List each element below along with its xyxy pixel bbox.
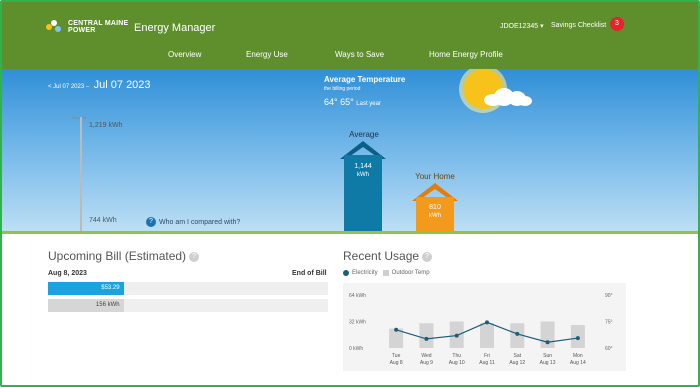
bill-usage-fill: 156 kWh (48, 299, 124, 312)
electricity-legend-icon (343, 270, 349, 276)
y-left-tick-label: 32 kWh (349, 320, 366, 326)
logo-text: CENTRAL MAINE POWER (68, 20, 129, 34)
y-left-tick-label: 0 kWh (349, 346, 363, 352)
temp-last-year: 65° (340, 97, 354, 107)
electricity-point[interactable] (515, 331, 520, 336)
average-unit: kWh (357, 172, 369, 178)
x-tick-day-label: Sat (514, 353, 522, 359)
recent-usage-chart-svg: 64 kWh32 kWh0 kWh90°75°60°TueAug 8WedAug… (349, 293, 613, 366)
logo-mark-icon (46, 20, 64, 34)
checklist-count-badge: 3 (610, 17, 624, 31)
legend-electricity: Electricity (352, 270, 378, 276)
help-icon[interactable]: ? (422, 251, 433, 262)
cloud-icon (484, 86, 532, 106)
usage-legend: Electricity Outdoor Temp (343, 270, 430, 276)
your-home-house[interactable]: 810 kWh (412, 183, 458, 233)
outdoor-temp-bar[interactable] (480, 323, 494, 348)
upcoming-bill-title-text: Upcoming Bill (Estimated) (48, 249, 187, 263)
question-icon: ? (146, 217, 156, 227)
current-period: Jul 07 2023 (93, 79, 151, 91)
app-window: CENTRAL MAINE POWER Energy Manager JDOE1… (0, 0, 700, 387)
y-right-tick-label: 75° (605, 320, 613, 326)
bill-date: Aug 8, 2023 (48, 270, 87, 277)
y-right-tick-label: 90° (605, 293, 613, 299)
electricity-point[interactable] (394, 327, 399, 332)
main-nav: Overview Energy Use Ways to Save Home En… (2, 50, 698, 64)
user-menu[interactable]: JDOE12345 ▾ (500, 22, 544, 30)
header-bar: CENTRAL MAINE POWER Energy Manager JDOE1… (2, 2, 698, 69)
y-right-tick-label: 60° (605, 346, 613, 352)
average-value: 1,144 (354, 163, 372, 170)
bill-usage-bar: 156 kWh (48, 299, 328, 312)
x-tick-date-label: Aug 9 (420, 360, 433, 366)
electricity-point[interactable] (454, 333, 459, 338)
x-tick-date-label: Aug 11 (479, 360, 495, 366)
outdoor-temp-legend-icon (382, 270, 389, 276)
recent-usage-chart[interactable]: 64 kWh 32 kWh 0 kWh 90° 75° 60° Tue Aug 8 Wed Aug… (343, 283, 626, 371)
electricity-point[interactable] (424, 336, 429, 341)
home-value: 810 (429, 204, 441, 211)
electricity-point[interactable] (575, 336, 580, 341)
app-title: Energy Manager (134, 22, 216, 34)
usage-scale-line (80, 117, 82, 232)
x-tick-day-label: Sun (543, 353, 552, 359)
comparison-hero: < Jul 07 2023 – Jul 07 2023 Average Temp… (2, 69, 698, 234)
upcoming-bill-title: Upcoming Bill (Estimated)? (48, 249, 200, 263)
x-tick-day-label: Thu (452, 353, 461, 359)
help-icon[interactable]: ? (189, 251, 200, 262)
x-tick-date-label: Aug 12 (509, 360, 525, 366)
tab-ways-to-save[interactable]: Ways to Save (335, 50, 384, 59)
average-house-label: Average (349, 130, 379, 139)
x-tick-date-label: Aug 8 (390, 360, 403, 366)
y-left-tick-label: 64 kWh (349, 293, 366, 299)
grass-strip (2, 231, 698, 234)
who-am-i-compared-link[interactable]: ? Who am I compared with? (146, 217, 240, 227)
your-home-label: Your Home (415, 172, 455, 181)
temp-values: 64° 65° Last year (324, 97, 405, 107)
temp-subtitle: the billing period (324, 86, 361, 92)
temp-note: Last year (356, 101, 381, 107)
x-tick-date-label: Aug 14 (570, 360, 586, 366)
x-tick-day-label: Fri (484, 353, 490, 359)
legend-outdoor-temp: Outdoor Temp (391, 270, 430, 276)
temp-title: Average Temperature (324, 75, 406, 84)
savings-checklist-link[interactable]: Savings Checklist (551, 22, 606, 29)
company-logo[interactable]: CENTRAL MAINE POWER (46, 20, 128, 34)
average-temperature: Average Temperature the billing period 6… (324, 75, 405, 107)
x-tick-date-label: Aug 10 (449, 360, 465, 366)
previous-period-link[interactable]: < Jul 07 2023 – (48, 84, 89, 90)
tab-energy-use[interactable]: Energy Use (246, 50, 288, 59)
date-range: < Jul 07 2023 – Jul 07 2023 (48, 75, 151, 93)
electricity-point[interactable] (485, 320, 489, 325)
scale-max-label: 1,219 kWh (89, 122, 123, 129)
bill-cost-fill: $53.29 (48, 282, 124, 295)
x-tick-day-label: Wed (421, 353, 431, 359)
scale-min-label: 744 kWh (89, 217, 117, 224)
tab-home-energy-profile[interactable]: Home Energy Profile (429, 50, 503, 59)
home-unit: kWh (429, 213, 441, 219)
outdoor-temp-bar[interactable] (419, 323, 434, 348)
x-tick-date-label: Aug 13 (540, 360, 556, 366)
who-link-text: Who am I compared with? (159, 218, 241, 226)
temp-current: 64° (324, 97, 338, 107)
end-of-bill-label: End of Bill (292, 270, 327, 277)
x-tick-day-label: Tue (392, 353, 401, 359)
electricity-point[interactable] (545, 340, 550, 345)
average-house[interactable]: 1,144 kWh (340, 141, 386, 233)
x-tick-day-label: Mon (573, 353, 583, 359)
recent-usage-title-text: Recent Usage (343, 249, 420, 263)
tab-overview[interactable]: Overview (168, 50, 201, 59)
bill-cost-bar: $53.29 (48, 282, 328, 295)
recent-usage-title: Recent Usage? (343, 249, 433, 263)
